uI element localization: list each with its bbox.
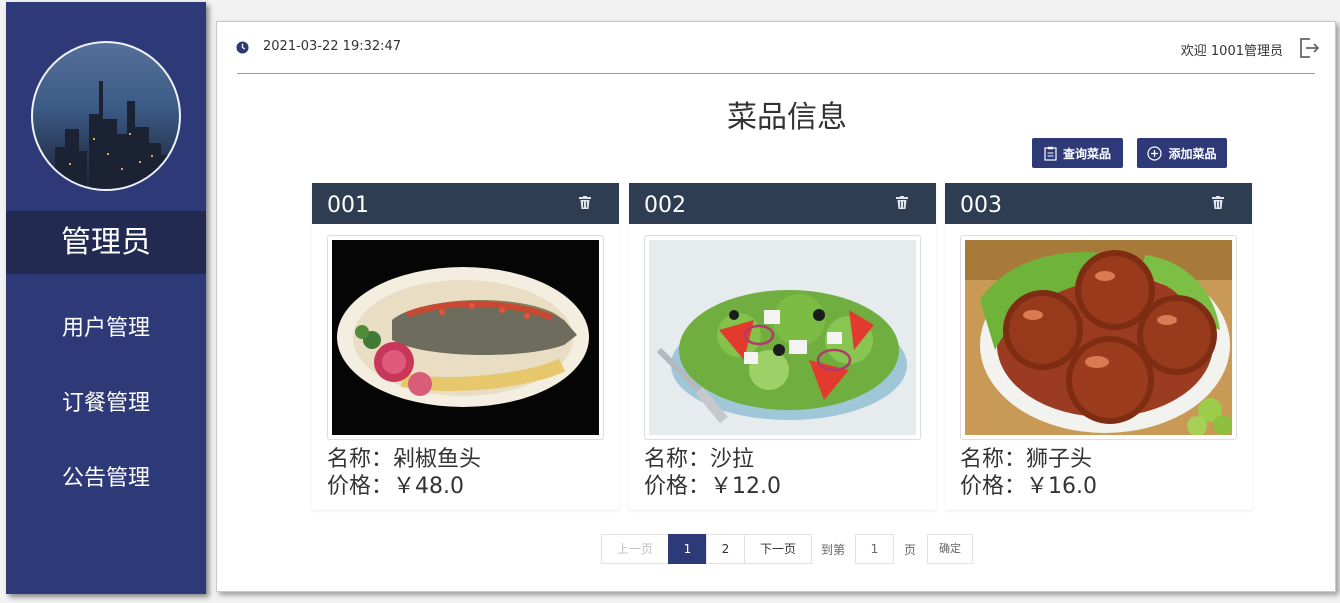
- dish-price: 价格：￥16.0: [960, 474, 1097, 499]
- add-dish-button[interactable]: 添加菜品: [1137, 138, 1227, 168]
- sidebar-item-users[interactable]: 用户管理: [6, 310, 206, 342]
- dish-name: 名称：狮子头: [960, 447, 1093, 472]
- dish-image-frame: [327, 235, 604, 440]
- page-2-button[interactable]: 2: [706, 534, 745, 564]
- header-divider: [237, 73, 1315, 74]
- dish-card: 001 名称：剁椒鱼头 价格：￥48.0: [312, 183, 619, 510]
- goto-page-input[interactable]: 1: [855, 534, 894, 564]
- clock-icon: [236, 41, 249, 54]
- dish-id: 001: [327, 193, 369, 218]
- clipboard-icon: [1044, 146, 1057, 161]
- dish-info: 名称：剁椒鱼头 价格：￥48.0: [327, 446, 481, 500]
- trash-icon[interactable]: [896, 196, 908, 209]
- next-page-button[interactable]: 下一页: [744, 534, 812, 564]
- role-title: 管理员: [6, 211, 206, 274]
- avatar: [31, 41, 181, 191]
- dish-info: 名称：狮子头 价格：￥16.0: [960, 446, 1097, 500]
- trash-icon[interactable]: [579, 196, 591, 209]
- logout-icon[interactable]: [1297, 36, 1321, 60]
- current-datetime: 2021-03-22 19:32:47: [263, 39, 402, 54]
- plus-circle-icon: [1147, 145, 1163, 161]
- page-1-button[interactable]: 1: [668, 534, 707, 564]
- dish-price: 价格：￥48.0: [327, 474, 464, 499]
- sidebar-item-notices[interactable]: 公告管理: [6, 460, 206, 492]
- dish-name: 名称：剁椒鱼头: [327, 447, 482, 472]
- dish-info: 名称：沙拉 价格：￥12.0: [644, 446, 781, 500]
- dish-image-frame: [644, 235, 921, 440]
- sidebar-item-orders[interactable]: 订餐管理: [6, 385, 206, 417]
- dish-card-header: 003: [945, 183, 1252, 224]
- goto-label: 到第: [821, 543, 846, 557]
- dish-name: 名称：沙拉: [644, 447, 755, 472]
- add-dish-label: 添加菜品: [1168, 146, 1217, 161]
- dish-price: 价格：￥12.0: [644, 474, 781, 499]
- main-panel: 2021-03-22 19:32:47 欢迎 1001管理员 菜品信息 查询菜品…: [216, 21, 1336, 592]
- prev-page-button[interactable]: 上一页: [601, 534, 669, 564]
- dish-image: [332, 240, 599, 435]
- confirm-page-button[interactable]: 确定: [927, 534, 973, 564]
- page-title: 菜品信息: [727, 100, 847, 135]
- sidebar: 管理员 用户管理 订餐管理 公告管理: [6, 2, 206, 594]
- dish-id: 002: [644, 193, 686, 218]
- dish-image-frame: [960, 235, 1237, 440]
- dish-card-header: 001: [312, 183, 619, 224]
- dish-id: 003: [960, 193, 1002, 218]
- dish-image: [965, 240, 1232, 435]
- dish-card: 003 名称：狮子头 价格：￥16.0: [945, 183, 1252, 510]
- trash-icon[interactable]: [1212, 196, 1224, 209]
- search-dish-label: 查询菜品: [1062, 146, 1111, 161]
- search-dish-button[interactable]: 查询菜品: [1032, 138, 1123, 168]
- dish-card: 002 名称：沙拉 价格：￥12.0: [629, 183, 936, 510]
- dish-image: [649, 240, 916, 435]
- dish-card-header: 002: [629, 183, 936, 224]
- welcome-text: 欢迎 1001管理员: [1180, 44, 1283, 59]
- page-unit-label: 页: [904, 543, 917, 557]
